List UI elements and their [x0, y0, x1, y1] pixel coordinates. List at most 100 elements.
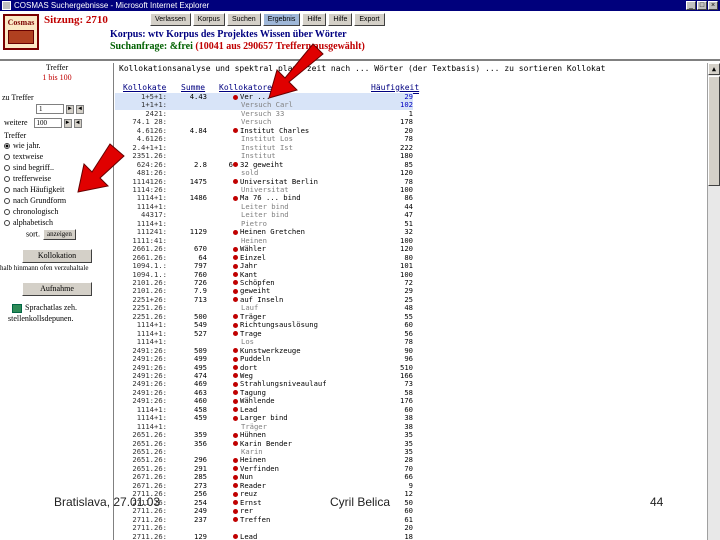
to-hit-input[interactable]: 1 [36, 104, 64, 115]
expand-dot-icon[interactable] [233, 432, 238, 438]
row-sum: 356 [194, 438, 207, 448]
expand-dot-icon[interactable] [233, 390, 238, 396]
expand-dot-icon[interactable] [233, 365, 238, 370]
expand-dot-icon[interactable] [233, 407, 238, 413]
expand-dot-icon[interactable] [233, 474, 238, 480]
minimize-button[interactable]: _ [686, 1, 696, 10]
sort-option[interactable]: nach Grundform [4, 196, 66, 205]
expand-dot-icon[interactable] [233, 314, 238, 320]
nav-button-ergebnis[interactable]: Ergebnis [262, 13, 301, 26]
radio-icon[interactable] [4, 209, 10, 216]
expand-dot-icon[interactable] [233, 229, 238, 235]
sort-option[interactable]: chronologisch [4, 207, 58, 216]
back-arrow-icon[interactable]: ◄ [76, 104, 84, 114]
sort-option[interactable]: alphabetisch [4, 218, 53, 227]
sort-option[interactable]: wie jahr. [4, 141, 41, 150]
radio-icon[interactable] [4, 176, 10, 183]
radio-icon[interactable] [4, 154, 10, 161]
row-value [207, 296, 233, 304]
expand-dot-icon[interactable] [233, 534, 238, 540]
expand-dot-icon[interactable] [233, 415, 238, 421]
to-hit-row: 1 ► ◄ [36, 104, 84, 115]
expand-dot-icon[interactable] [233, 272, 238, 278]
expand-dot-icon[interactable] [233, 441, 238, 447]
row-value [207, 397, 233, 405]
radio-icon[interactable] [4, 220, 10, 227]
expand-dot-icon[interactable] [233, 297, 238, 303]
row-sum: 4.84 [189, 125, 207, 135]
row-keyword[interactable]: Lead [233, 532, 353, 540]
expand-dot-icon[interactable] [233, 280, 238, 286]
expand-dot-icon[interactable] [233, 128, 238, 134]
cosmas-logo[interactable]: Cosmas [3, 14, 39, 50]
logo-text: Cosmas [7, 18, 35, 27]
row-value [207, 287, 233, 295]
maximize-button[interactable]: □ [697, 1, 707, 10]
column-header-summe[interactable]: Summe [181, 83, 205, 92]
nav-button-hilfe-1[interactable]: Hilfe [302, 13, 327, 26]
nav-button-suchen[interactable]: Suchen [226, 13, 261, 26]
column-header-haeufigkeit[interactable]: Häufigkeit [371, 83, 419, 92]
expand-dot-icon[interactable] [233, 288, 238, 294]
expand-dot-icon[interactable] [233, 517, 238, 523]
hits-range: 1 bis 100 [42, 73, 72, 82]
scroll-up-icon[interactable]: ▲ [708, 63, 720, 75]
expand-dot-icon[interactable] [233, 483, 238, 489]
sort-option[interactable]: trefferweise [4, 174, 51, 183]
aufnahme-button[interactable]: Aufnahme [22, 282, 92, 296]
expand-dot-icon[interactable] [233, 322, 238, 328]
nav-button-verlassen[interactable]: Verlassen [150, 13, 191, 26]
row-value [207, 372, 233, 380]
expand-dot-icon[interactable] [233, 195, 238, 201]
more-input[interactable]: 100 [33, 118, 62, 129]
expand-dot-icon[interactable] [233, 457, 238, 463]
expand-dot-icon[interactable] [233, 348, 238, 354]
expand-dot-icon[interactable] [233, 255, 238, 261]
expand-dot-icon[interactable] [233, 491, 238, 497]
table-row[interactable]: 2711.26: 129 Lead 18 [115, 532, 413, 540]
expand-dot-icon[interactable] [233, 381, 238, 387]
window-titlebar: COSMAS Suchergebnisse - Microsoft Intern… [0, 0, 720, 11]
next-arrow-icon[interactable]: ► [63, 118, 72, 128]
vertical-scrollbar[interactable]: ▲ [707, 63, 720, 540]
row-value [207, 203, 233, 211]
radio-icon[interactable] [4, 143, 10, 150]
row-value [207, 456, 233, 464]
scroll-thumb[interactable] [708, 76, 720, 186]
expand-dot-icon[interactable] [233, 508, 238, 514]
query-text: Suchanfrage: &frei [110, 41, 193, 52]
row-keyword[interactable]: Treffen [233, 515, 353, 524]
column-header-kollokate[interactable]: Kollokate [123, 83, 166, 92]
expand-dot-icon[interactable] [233, 246, 238, 252]
expand-dot-icon[interactable] [233, 356, 238, 362]
nav-button-hilfe-2[interactable]: Hilfe [328, 13, 353, 26]
close-button[interactable]: × [708, 1, 718, 10]
expand-dot-icon[interactable] [233, 500, 238, 506]
kollokation-button[interactable]: Kollokation [22, 249, 92, 263]
sort-option[interactable]: nach Häufigkeit [4, 185, 64, 194]
expand-dot-icon[interactable] [233, 162, 238, 168]
radio-icon[interactable] [4, 187, 10, 194]
go-arrow-icon[interactable]: ► [66, 104, 74, 114]
row-value [207, 423, 233, 431]
book-icon[interactable] [12, 303, 22, 313]
row-sum [167, 101, 207, 110]
expand-dot-icon[interactable] [233, 331, 238, 337]
hits-title: Treffer [45, 63, 69, 72]
show-button[interactable]: anzeigen [43, 229, 76, 240]
expand-dot-icon[interactable] [233, 373, 238, 379]
expand-dot-icon[interactable] [233, 179, 238, 185]
expand-dot-icon[interactable] [233, 398, 238, 404]
radio-icon[interactable] [4, 198, 10, 205]
prev-arrow-icon[interactable]: ◄ [73, 118, 82, 128]
radio-icon[interactable] [4, 165, 10, 172]
nav-button-korpus[interactable]: Korpus [192, 13, 225, 26]
expand-dot-icon[interactable] [233, 263, 238, 269]
row-sum: 4.43 [167, 92, 207, 102]
expand-dot-icon[interactable] [233, 466, 238, 472]
expand-dot-icon[interactable] [233, 94, 238, 100]
more-label: weitere [4, 118, 28, 127]
nav-button-export[interactable]: Export [354, 13, 385, 26]
sort-option[interactable]: sind begriff.. [4, 163, 54, 172]
sort-option[interactable]: textweise [4, 152, 43, 161]
